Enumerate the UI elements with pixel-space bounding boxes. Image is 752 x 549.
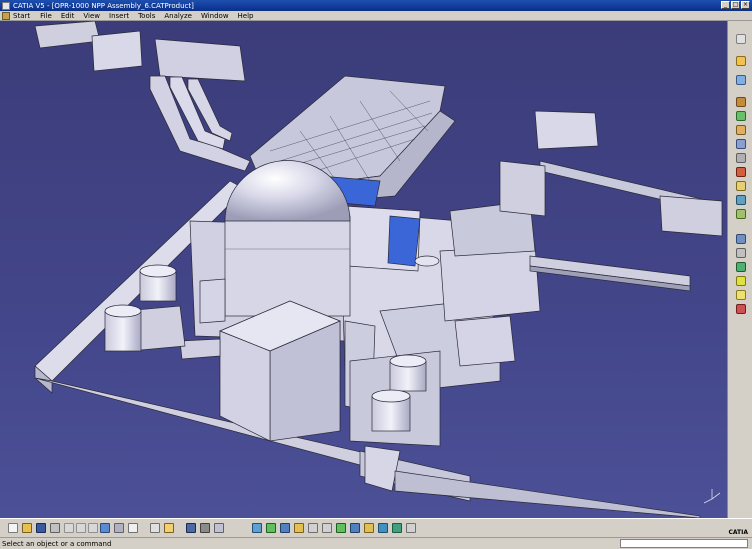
rotate-icon[interactable] (294, 523, 304, 533)
title-bar: CATIA V5 - [OPR-1000 NPP Assembly_6.CATP… (0, 0, 752, 11)
window-controls: _ □ × (721, 1, 750, 9)
swap-icon[interactable] (392, 523, 402, 533)
menu-window[interactable]: Window (201, 12, 229, 20)
cut-icon[interactable] (64, 523, 74, 533)
new-icon[interactable] (8, 523, 18, 533)
apply-material-icon[interactable] (406, 523, 416, 533)
material-icon[interactable] (736, 153, 746, 163)
quick-view-icon[interactable] (350, 523, 360, 533)
compass-icon[interactable] (736, 181, 746, 191)
bottom-toolbar: CATIA (0, 518, 752, 537)
right-toolbar (727, 21, 752, 518)
zoom-out-icon[interactable] (322, 523, 332, 533)
document-icon[interactable] (2, 11, 10, 20)
menu-view[interactable]: View (83, 12, 100, 20)
normal-view-icon[interactable] (336, 523, 346, 533)
status-bar: Select an object or a command (0, 537, 752, 549)
part-icon[interactable] (736, 111, 746, 121)
paste-icon[interactable] (88, 523, 98, 533)
section-icon[interactable] (736, 234, 746, 244)
sync-icon[interactable] (736, 75, 746, 85)
menu-start[interactable]: Start (13, 12, 30, 20)
minimize-button[interactable]: _ (721, 1, 730, 9)
menu-analyze[interactable]: Analyze (164, 12, 192, 20)
compass-triad (703, 489, 721, 504)
window-title: CATIA V5 - [OPR-1000 NPP Assembly_6.CATP… (13, 1, 194, 10)
clash-icon[interactable] (736, 167, 746, 177)
render-style-icon[interactable] (364, 523, 374, 533)
whats-this-icon[interactable] (128, 523, 138, 533)
formula-icon[interactable] (150, 523, 160, 533)
menu-insert[interactable]: Insert (109, 12, 129, 20)
save-icon[interactable] (36, 523, 46, 533)
menu-help[interactable]: Help (238, 12, 254, 20)
gear-icon[interactable] (736, 97, 746, 107)
containment-cylinder (224, 215, 351, 317)
menu-edit[interactable]: Edit (61, 12, 75, 20)
layer-icon[interactable] (736, 276, 746, 286)
pointer-icon[interactable] (736, 56, 746, 66)
scene-icon[interactable] (736, 248, 746, 258)
tools-icon[interactable] (736, 304, 746, 314)
measure-icon[interactable] (736, 195, 746, 205)
open-icon[interactable] (22, 523, 32, 533)
3d-viewport[interactable] (0, 21, 727, 518)
zoom-in-icon[interactable] (308, 523, 318, 533)
plant-model (34, 21, 723, 518)
light-icon[interactable] (736, 290, 746, 300)
redo-icon[interactable] (114, 523, 124, 533)
undo-icon[interactable] (100, 523, 110, 533)
print-icon[interactable] (50, 523, 60, 533)
power-input-field[interactable] (620, 539, 748, 548)
menu-tools[interactable]: Tools (138, 12, 155, 20)
status-message: Select an object or a command (2, 539, 112, 548)
menu-file[interactable]: File (40, 12, 52, 20)
catalog-icon[interactable] (186, 523, 196, 533)
assembly-icon[interactable] (736, 209, 746, 219)
table-icon[interactable] (214, 523, 224, 533)
view-icon[interactable] (736, 262, 746, 272)
catia-app-icon[interactable] (2, 1, 10, 10)
pan-icon[interactable] (280, 523, 290, 533)
menu-bar: Start File Edit View Insert Tools Analyz… (0, 11, 752, 21)
knowledge-icon[interactable] (200, 523, 210, 533)
fit-all-icon[interactable] (266, 523, 276, 533)
comment-icon[interactable] (164, 523, 174, 533)
sketch-icon[interactable] (736, 34, 746, 44)
close-button[interactable]: × (741, 1, 750, 9)
render-icon[interactable] (736, 139, 746, 149)
copy-icon[interactable] (76, 523, 86, 533)
fly-icon[interactable] (252, 523, 262, 533)
catia-logo: CATIA (728, 529, 748, 536)
hide-show-icon[interactable] (378, 523, 388, 533)
product-icon[interactable] (736, 125, 746, 135)
maximize-button[interactable]: □ (731, 1, 740, 9)
